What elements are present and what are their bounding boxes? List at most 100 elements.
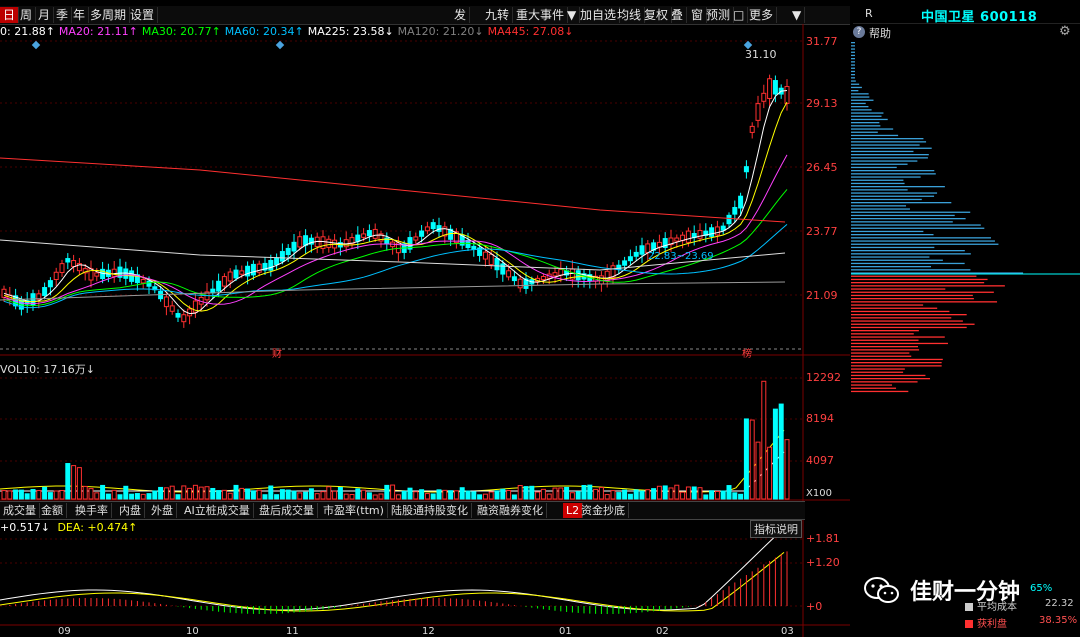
indicator-tab-4[interactable]: 外盘 [148,503,177,518]
candle [221,276,227,287]
volume-bar [529,485,535,500]
help-label[interactable]: 帮助 [869,25,891,41]
chip-bar [851,176,921,178]
volume-bar [680,491,686,500]
stock-title[interactable]: 中国卫星 600118 [921,6,1037,25]
chip-bar [851,355,912,357]
month-label: 03 [781,626,794,637]
help-icon[interactable]: ? [853,26,865,38]
volume-bar [720,490,726,500]
candlestick-chart[interactable] [0,0,850,637]
volume-bar [349,493,355,500]
volume-bar [581,485,587,500]
chip-bar [851,288,946,290]
chip-bar [851,304,924,306]
indicator-tab-1[interactable]: 金额 [38,503,67,518]
ma20-line [3,154,788,305]
chip-bar [851,70,855,73]
wechat-watermark: 佳财一分钟 [862,572,1078,608]
chip-bar [851,122,880,124]
volume-bar [233,484,239,500]
indicator-tab-8[interactable]: 陆股通持股变化 [388,503,472,518]
volume-bar [53,490,59,500]
indicator-tab-6[interactable]: 盘后成交量 [256,503,318,518]
dea-value: DEA: +0.474↑ [57,521,138,534]
volume-bar [488,491,494,500]
indicator-tab-5[interactable]: AI立桩成交量 [181,503,254,518]
chip-bar [851,317,952,319]
volume-bar [662,485,668,500]
volume-bar [506,490,512,500]
chip-bar [851,314,967,316]
indicator-tab-11[interactable]: 资金抄底 [578,503,629,518]
chip-bar [851,214,955,217]
volume-bar [105,493,111,500]
candle [697,229,703,239]
candle [738,195,744,209]
gear-icon[interactable]: ⚙ [1059,24,1071,39]
indicator-tab-0[interactable]: 成交量 [0,503,40,518]
candle [511,276,517,282]
candle [274,257,280,265]
chip-bar [851,150,914,153]
volume-bar [453,490,459,500]
event-diamond-icon[interactable] [31,40,41,50]
candle [656,241,662,248]
chip-bar [851,64,855,66]
volume-bar [448,490,454,500]
volume-bar [140,493,146,500]
financial-report-marker[interactable]: 财 [272,345,282,360]
candle [424,226,430,232]
volume-bar [569,492,575,500]
candle [552,272,558,277]
ma5-line [3,90,788,315]
profit-swatch [965,620,973,628]
volume-bar [82,485,88,500]
chip-bar [851,374,926,377]
ranking-list-marker[interactable]: 榜 [742,345,752,360]
volume-bar [36,490,42,500]
candle [285,247,291,256]
indicator-tab-3[interactable]: 内盘 [116,503,145,518]
volume-bar [117,494,123,500]
candle [709,227,715,237]
indicator-tab-9[interactable]: 融资融券变化 [474,503,547,518]
chip-bar [851,282,985,284]
volume-bar [181,485,187,500]
chip-bar [851,259,943,261]
volume-bar [656,485,662,500]
candle [53,271,59,281]
candle [146,280,152,287]
profit-label: 获利盘 [977,619,1007,630]
volume-bar [778,403,784,500]
volume-label: VOL10: 17.16万↓ [0,363,96,376]
volume-bar [558,487,564,500]
volume-bar [250,490,256,500]
chip-bar [851,141,927,143]
volume-bar [355,488,361,500]
indicator-tab-7[interactable]: 市盈率(ttm) [320,503,388,518]
candle [94,272,100,277]
volume-bar [761,380,767,500]
price-axis-label: 23.77 [806,225,838,238]
indicator-tab-2[interactable]: 换手率 [72,503,112,518]
volume-bar [245,488,251,500]
candle [767,78,773,99]
candle [210,288,216,294]
month-label: 02 [656,626,669,637]
macd-axis-label: +1.20 [806,556,840,569]
volume-bar [477,494,483,500]
volume-bar [645,489,651,500]
volume-bar [366,492,372,500]
stock-code: 600118 [980,10,1038,25]
indicator-explain-button[interactable]: 指标说明 [750,520,802,538]
chip-bar [851,74,855,76]
volume-bar [755,441,761,500]
stock-name: 中国卫星 [921,10,976,25]
candle [430,222,436,230]
candle [303,235,309,246]
volume-bar [772,408,778,500]
chip-bar [851,387,897,389]
chip-bar [851,67,855,69]
event-diamond-icon[interactable] [275,40,285,50]
